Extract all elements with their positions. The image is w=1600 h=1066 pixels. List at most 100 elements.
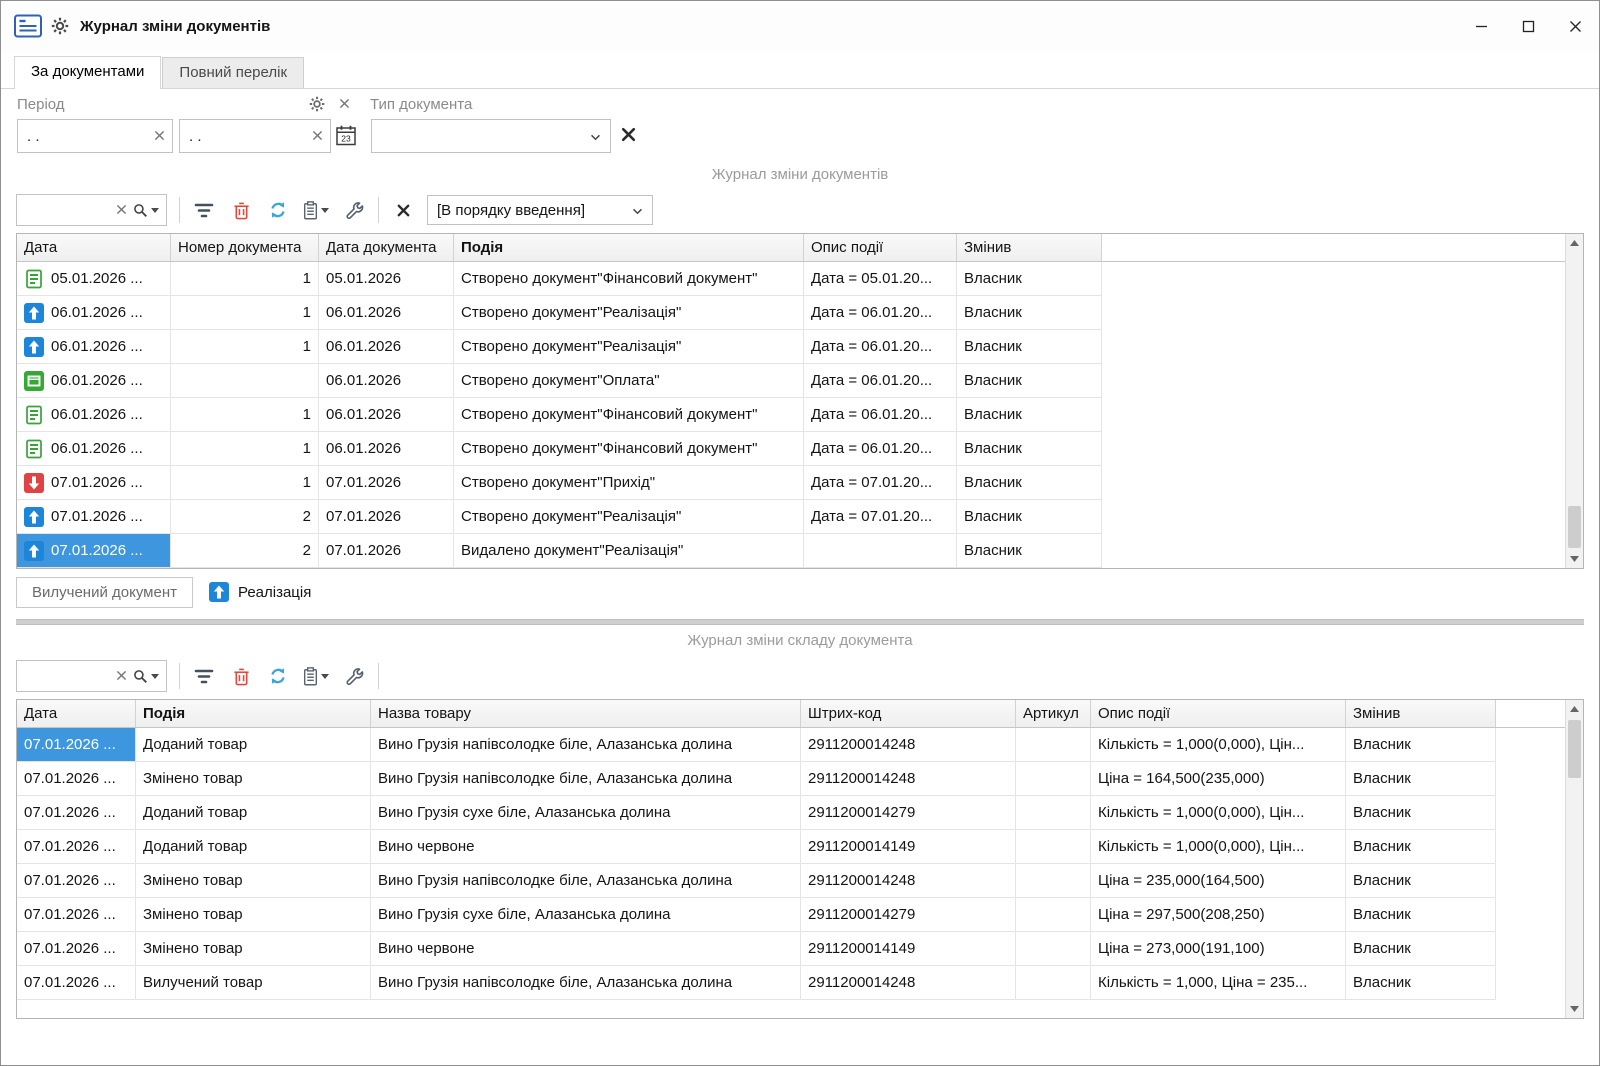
cell-changed_by[interactable]: Власник bbox=[957, 398, 1102, 432]
cell-descr[interactable]: Дата = 05.01.20... bbox=[804, 262, 957, 296]
cell-article[interactable] bbox=[1016, 966, 1091, 1000]
cell-descr[interactable]: Дата = 07.01.20... bbox=[804, 466, 957, 500]
cell-changed_by[interactable]: Власник bbox=[1346, 898, 1496, 932]
table-row[interactable]: 06.01.2026 ...106.01.2026Створено докуме… bbox=[17, 432, 1583, 466]
refresh-button[interactable] bbox=[266, 197, 290, 223]
period-gear-icon[interactable] bbox=[309, 96, 325, 112]
table-row[interactable]: 07.01.2026 ...Вилучений товарВино Грузія… bbox=[17, 966, 1583, 1000]
lower-column-barcode[interactable]: Штрих-код bbox=[801, 700, 1016, 727]
clear-search-icon[interactable] bbox=[116, 202, 127, 219]
upper-column-changed_by[interactable]: Змінив bbox=[957, 234, 1102, 261]
cell-number[interactable]: 1 bbox=[171, 466, 319, 500]
search-input[interactable] bbox=[24, 202, 110, 219]
cell-changed_by[interactable]: Власник bbox=[957, 262, 1102, 296]
cell-product[interactable]: Вино Грузія напівсолодке біле, Алазанськ… bbox=[371, 728, 801, 762]
lower-column-product[interactable]: Назва товару bbox=[371, 700, 801, 727]
filter-button[interactable] bbox=[192, 663, 216, 689]
upper-column-event[interactable]: Подія bbox=[454, 234, 804, 261]
cell-doc_date[interactable]: 06.01.2026 bbox=[319, 330, 454, 364]
cell-event[interactable]: Створено документ"Фінансовий документ" bbox=[454, 398, 804, 432]
cell-date[interactable]: 07.01.2026 ... bbox=[17, 534, 171, 568]
search-input[interactable] bbox=[24, 668, 110, 685]
cell-barcode[interactable]: 2911200014248 bbox=[801, 864, 1016, 898]
cell-barcode[interactable]: 2911200014279 bbox=[801, 796, 1016, 830]
table-row[interactable]: 06.01.2026 ...106.01.2026Створено докуме… bbox=[17, 398, 1583, 432]
cell-article[interactable] bbox=[1016, 932, 1091, 966]
cell-product[interactable]: Вино Грузія напівсолодке біле, Алазанськ… bbox=[371, 966, 801, 1000]
date-to-input[interactable] bbox=[189, 128, 306, 145]
cell-date[interactable]: 06.01.2026 ... bbox=[17, 296, 171, 330]
cell-article[interactable] bbox=[1016, 864, 1091, 898]
cell-event[interactable]: Змінено товар bbox=[136, 898, 371, 932]
tools-button[interactable] bbox=[342, 197, 366, 223]
cell-doc_date[interactable]: 06.01.2026 bbox=[319, 432, 454, 466]
vertical-scrollbar[interactable] bbox=[1565, 234, 1583, 568]
cell-date[interactable]: 05.01.2026 ... bbox=[17, 262, 171, 296]
cell-article[interactable] bbox=[1016, 796, 1091, 830]
cell-number[interactable]: 1 bbox=[171, 398, 319, 432]
cell-article[interactable] bbox=[1016, 762, 1091, 796]
cell-barcode[interactable]: 2911200014279 bbox=[801, 898, 1016, 932]
cell-date[interactable]: 07.01.2026 ... bbox=[17, 932, 136, 966]
table-row[interactable]: 06.01.2026 ...106.01.2026Створено докуме… bbox=[17, 296, 1583, 330]
cell-event[interactable]: Створено документ"Фінансовий документ" bbox=[454, 262, 804, 296]
delete-button[interactable] bbox=[229, 197, 253, 223]
clear-doc-type-button[interactable] bbox=[620, 126, 637, 143]
cell-number[interactable]: 2 bbox=[171, 534, 319, 568]
search-box[interactable] bbox=[16, 194, 167, 226]
search-icon[interactable] bbox=[133, 669, 159, 684]
lower-column-date[interactable]: Дата bbox=[17, 700, 136, 727]
lower-column-article[interactable]: Артикул bbox=[1016, 700, 1091, 727]
scrollbar-track[interactable] bbox=[1566, 718, 1583, 1000]
table-row[interactable]: 07.01.2026 ...Змінено товарВино Грузія с… bbox=[17, 898, 1583, 932]
cell-date[interactable]: 06.01.2026 ... bbox=[17, 330, 171, 364]
cell-date[interactable]: 07.01.2026 ... bbox=[17, 762, 136, 796]
cell-changed_by[interactable]: Власник bbox=[1346, 728, 1496, 762]
cell-doc_date[interactable]: 06.01.2026 bbox=[319, 398, 454, 432]
cell-changed_by[interactable]: Власник bbox=[1346, 966, 1496, 1000]
date-from-field[interactable] bbox=[17, 119, 173, 153]
clear-date-from-icon[interactable] bbox=[154, 128, 165, 145]
cell-event[interactable]: Створено документ"Прихід" bbox=[454, 466, 804, 500]
cell-product[interactable]: Вино Грузія напівсолодке біле, Алазанськ… bbox=[371, 762, 801, 796]
clear-filter-button[interactable] bbox=[391, 197, 415, 223]
date-to-field[interactable] bbox=[179, 119, 331, 153]
clear-search-icon[interactable] bbox=[116, 668, 127, 685]
cell-date[interactable]: 07.01.2026 ... bbox=[17, 898, 136, 932]
cell-date[interactable]: 07.01.2026 ... bbox=[17, 966, 136, 1000]
calendar-icon[interactable]: 23 bbox=[335, 124, 357, 147]
cell-number[interactable]: 1 bbox=[171, 330, 319, 364]
cell-doc_date[interactable]: 07.01.2026 bbox=[319, 534, 454, 568]
cell-number[interactable]: 1 bbox=[171, 432, 319, 466]
cell-barcode[interactable]: 2911200014248 bbox=[801, 762, 1016, 796]
cell-descr[interactable] bbox=[804, 534, 957, 568]
cell-descr[interactable]: Ціна = 164,500(235,000) bbox=[1091, 762, 1346, 796]
lower-column-changed_by[interactable]: Змінив bbox=[1346, 700, 1496, 727]
cell-barcode[interactable]: 2911200014149 bbox=[801, 830, 1016, 864]
cell-descr[interactable]: Дата = 07.01.20... bbox=[804, 500, 957, 534]
clear-date-to-icon[interactable] bbox=[312, 128, 323, 145]
cell-event[interactable]: Змінено товар bbox=[136, 762, 371, 796]
cell-event[interactable]: Створено документ"Реалізація" bbox=[454, 500, 804, 534]
cell-date[interactable]: 06.01.2026 ... bbox=[17, 398, 171, 432]
cell-changed_by[interactable]: Власник bbox=[957, 432, 1102, 466]
cell-event[interactable]: Створено документ"Реалізація" bbox=[454, 330, 804, 364]
cell-event[interactable]: Доданий товар bbox=[136, 830, 371, 864]
lower-column-descr[interactable]: Опис події bbox=[1091, 700, 1346, 727]
cell-doc_date[interactable]: 05.01.2026 bbox=[319, 262, 454, 296]
cell-descr[interactable]: Дата = 06.01.20... bbox=[804, 330, 957, 364]
cell-event[interactable]: Створено документ"Оплата" bbox=[454, 364, 804, 398]
cell-changed_by[interactable]: Власник bbox=[1346, 932, 1496, 966]
cell-descr[interactable]: Кількість = 1,000(0,000), Цін... bbox=[1091, 830, 1346, 864]
tab-full-list[interactable]: Повний перелік bbox=[162, 57, 304, 88]
cell-changed_by[interactable]: Власник bbox=[957, 466, 1102, 500]
cell-doc_date[interactable]: 07.01.2026 bbox=[319, 466, 454, 500]
cell-descr[interactable]: Кількість = 1,000, Ціна = 235... bbox=[1091, 966, 1346, 1000]
cell-changed_by[interactable]: Власник bbox=[957, 296, 1102, 330]
table-row[interactable]: 07.01.2026 ...Змінено товарВино Грузія н… bbox=[17, 864, 1583, 898]
cell-product[interactable]: Вино червоне bbox=[371, 830, 801, 864]
cell-changed_by[interactable]: Власник bbox=[1346, 796, 1496, 830]
cell-descr[interactable]: Ціна = 297,500(208,250) bbox=[1091, 898, 1346, 932]
cell-number[interactable]: 1 bbox=[171, 296, 319, 330]
cell-doc_date[interactable]: 07.01.2026 bbox=[319, 500, 454, 534]
